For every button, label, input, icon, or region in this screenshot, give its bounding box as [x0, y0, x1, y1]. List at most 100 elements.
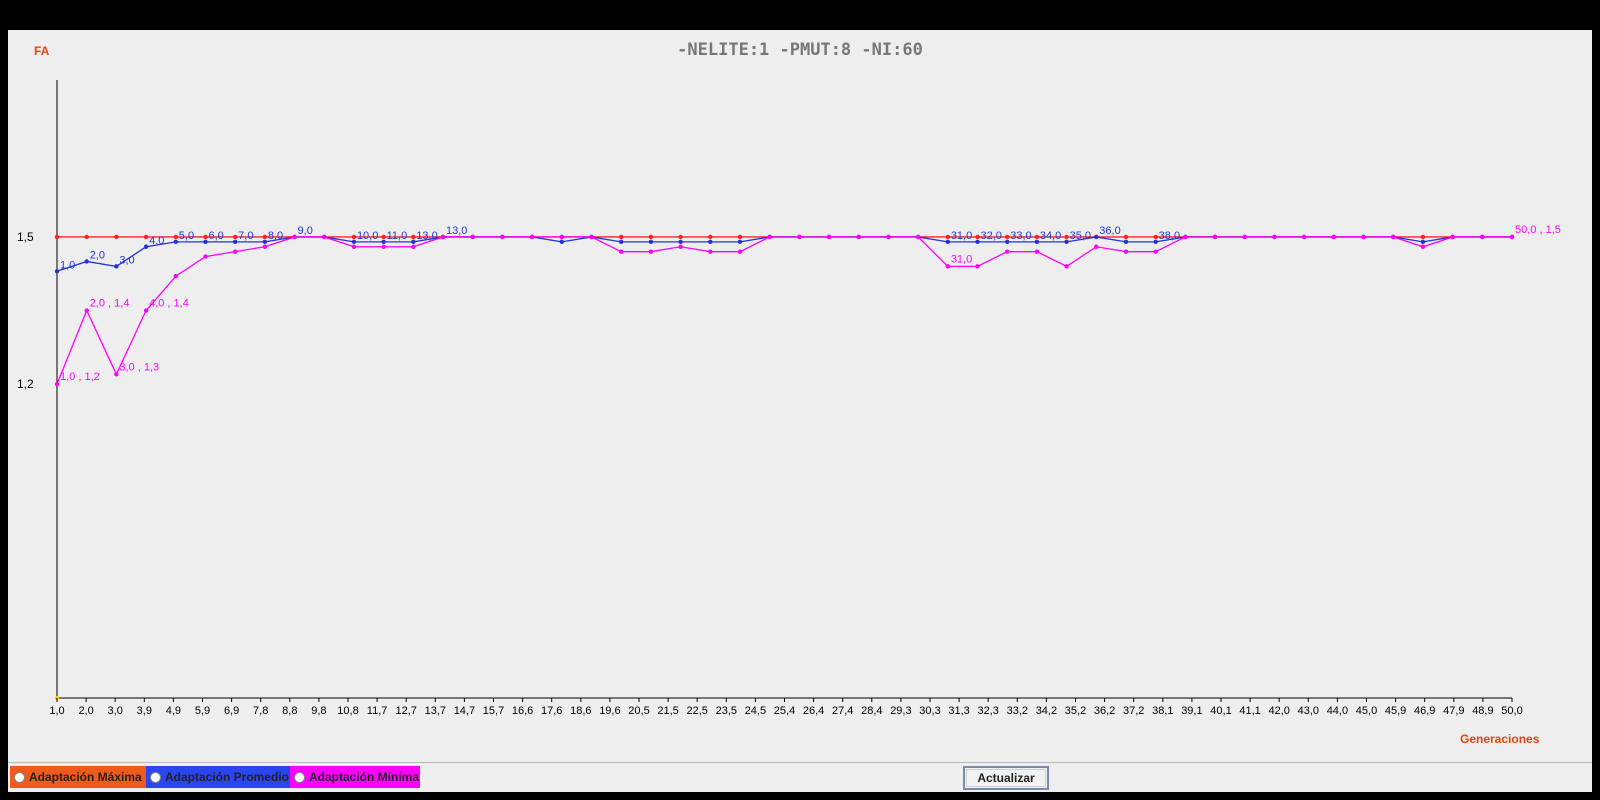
data-point-min [1034, 249, 1040, 254]
data-point-max [351, 234, 357, 240]
data-point-min [1331, 234, 1337, 240]
x-tick-label: 31,3 [948, 705, 969, 717]
data-point-max [945, 234, 951, 240]
data-point-min [618, 249, 624, 254]
data-label-avg: 13,0 [446, 225, 467, 237]
data-point-avg [1005, 239, 1010, 245]
x-tick-label: 40,1 [1210, 705, 1231, 717]
data-label-avg: 31,0 [951, 230, 972, 242]
data-point-max [381, 234, 386, 240]
x-tick-label: 41,1 [1239, 705, 1260, 717]
data-point-avg [618, 239, 624, 245]
legend-separator [8, 762, 1592, 763]
x-tick-label: 10,8 [337, 705, 358, 717]
x-tick-label: 1,0 [49, 705, 64, 717]
series-line-min [56, 236, 1512, 385]
data-point-min [1094, 244, 1099, 249]
update-button[interactable]: Actualizar [963, 766, 1049, 790]
data-point-max [1005, 234, 1010, 240]
data-point-max [262, 234, 268, 240]
data-point-min [470, 234, 475, 240]
data-point-max [54, 234, 60, 240]
x-axis-label: Generaciones [1460, 732, 1540, 746]
data-point-min [589, 234, 594, 240]
x-tick-label: 16,6 [512, 705, 533, 717]
data-point-max [708, 234, 713, 240]
data-point-max [678, 234, 683, 240]
data-point-avg [1094, 234, 1099, 240]
data-point-min [1272, 234, 1277, 240]
data-point-avg [84, 259, 89, 264]
data-label-avg: 3,0 [119, 254, 134, 266]
x-tick-label: 28,4 [861, 705, 882, 717]
data-point-min [1153, 249, 1158, 254]
line-chart: 1,2 1,5 1,0 2,0 3,0 3,9 4,9 5,9 6,9 7,8 8,8 9,8 10,8… [17, 80, 1561, 717]
x-tick-label: 22,5 [686, 705, 707, 717]
data-label-avg: 2,0 [90, 249, 105, 261]
data-point-avg [411, 239, 416, 245]
data-point-min [945, 264, 951, 269]
x-tick-label: 11,7 [367, 705, 388, 717]
data-point-min [1183, 234, 1188, 240]
data-point-avg [173, 239, 178, 245]
data-label-avg: 33,0 [1010, 230, 1031, 242]
x-tick-label: 27,4 [832, 705, 853, 717]
data-point-avg [648, 239, 654, 245]
data-point-avg [1153, 239, 1158, 245]
data-point-min [767, 234, 772, 240]
data-point-max [975, 234, 980, 240]
data-label-min: 3,0 , 1,3 [119, 361, 159, 373]
data-point-min [1450, 234, 1455, 240]
x-tick-label: 30,3 [919, 705, 940, 717]
data-point-avg [1123, 239, 1129, 245]
radio-icon[interactable] [294, 771, 305, 783]
radio-icon[interactable] [14, 771, 25, 783]
data-point-min [1361, 234, 1366, 240]
data-point-avg [203, 239, 208, 245]
data-label-avg: 11,0 [387, 230, 408, 242]
data-point-min [381, 244, 386, 249]
data-point-min [143, 308, 149, 313]
data-point-avg [1420, 239, 1426, 245]
data-point-min [1391, 234, 1396, 240]
data-point-min [1420, 244, 1426, 249]
data-point-min [322, 234, 327, 240]
x-tick-label: 45,0 [1356, 705, 1377, 717]
chart-panel: 1,2 1,5 1,0 2,0 3,0 3,9 4,9 5,9 6,9 7,8 8,8 9,8 10,8… [8, 30, 1592, 792]
data-point-min [975, 264, 980, 269]
data-point-avg [54, 269, 60, 274]
data-point-min [203, 254, 208, 259]
data-point-min [856, 234, 861, 240]
legend-item-max[interactable]: Adaptación Máxima [10, 766, 146, 788]
data-point-min [292, 234, 297, 240]
data-point-max [1064, 234, 1069, 240]
data-label-avg: 5,0 [179, 230, 194, 242]
data-label-avg: 1,0 [60, 259, 75, 271]
x-tick-label: 44,0 [1327, 705, 1348, 717]
data-point-max [1123, 234, 1129, 240]
data-point-avg [232, 239, 238, 245]
x-tick-label: 25,4 [774, 705, 795, 717]
data-point-avg [737, 239, 743, 245]
x-tick-label: 8,8 [282, 705, 297, 717]
x-tick-label: 50,0 [1501, 705, 1522, 717]
data-point-min [1064, 264, 1069, 269]
radio-icon[interactable] [150, 771, 161, 783]
legend-item-min[interactable]: Adaptación Mínima [290, 766, 420, 788]
legend-label-max: Adaptación Máxima [29, 770, 142, 784]
x-tick-label: 34,2 [1036, 705, 1057, 717]
x-tick-label: 37,2 [1123, 705, 1144, 717]
x-tick-label: 46,9 [1414, 705, 1435, 717]
x-tick-label: 43,0 [1298, 705, 1319, 717]
data-point-min [351, 244, 357, 249]
x-tick-label: 3,0 [108, 705, 123, 717]
x-tick-label: 38,1 [1152, 705, 1173, 717]
data-point-max [411, 234, 416, 240]
x-tick-label: 35,2 [1065, 705, 1086, 717]
x-tick-label: 19,6 [599, 705, 620, 717]
x-tick-label: 13,7 [425, 705, 446, 717]
data-point-max [232, 234, 238, 240]
data-point-avg [143, 244, 149, 249]
data-point-min [1509, 234, 1515, 240]
legend-item-avg[interactable]: Adaptación Promedio [146, 766, 290, 788]
